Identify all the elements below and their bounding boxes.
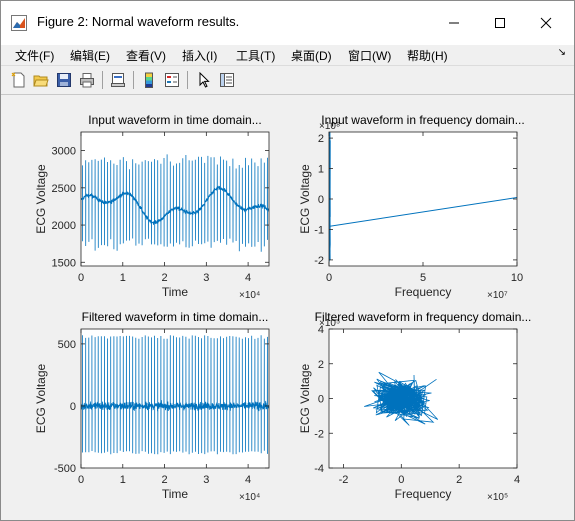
link-plot-icon[interactable]	[108, 70, 128, 90]
axes-title: Input waveform in frequency domain...	[321, 113, 524, 127]
plot-area	[81, 132, 269, 266]
figure-canvas[interactable]: 0 1 2 3 41500200025003000×10⁴Input waveform …	[7, 96, 570, 514]
x-tick-label: 4	[514, 474, 520, 486]
minimize-button[interactable]	[431, 1, 477, 45]
x-exponent-label: ×10⁴	[239, 290, 260, 301]
y-tick-label: 1500	[52, 257, 76, 269]
print-icon[interactable]	[77, 70, 97, 90]
legend-icon[interactable]	[162, 70, 182, 90]
maximize-button[interactable]	[477, 1, 523, 45]
x-tick-label: 2	[161, 272, 167, 284]
x-tick-label: -2	[339, 474, 349, 486]
menu-bar: 文件(F) 编辑(E) 查看(V) 插入(I) 工具(T) 桌面(D) 窗口(W…	[1, 45, 574, 65]
y-tick-label: -500	[54, 463, 76, 475]
colorbar-icon[interactable]	[139, 70, 159, 90]
axes-title: Filtered waveform in frequency domain...	[315, 310, 532, 324]
y-tick-label: -2	[314, 428, 324, 440]
axes-4[interactable]: -2 0 2 4-4-2024×10⁵×10⁵Filtered waveform in…	[298, 310, 531, 503]
menu-window[interactable]: 窗口(W)	[348, 47, 391, 64]
menu-file[interactable]: 文件(F)	[15, 47, 54, 64]
y-tick-label: 0	[318, 194, 324, 206]
x-tick-label: 0	[326, 272, 332, 284]
axes-3[interactable]: 0 1 2 3 4-5000500×10⁴Filtered waveform in ti…	[34, 310, 270, 503]
y-tick-label: -1	[314, 224, 324, 236]
minimize-icon	[449, 22, 459, 24]
y-tick-label: 0	[318, 394, 324, 406]
new-figure-icon[interactable]	[9, 70, 29, 90]
axes-2[interactable]: 0 5 10-2-1012×10⁷×10⁸Input waveform in fre…	[298, 113, 525, 301]
figure-window: Figure 2: Normal waveform results. 文件(F)…	[0, 0, 575, 521]
x-tick-label: 0	[78, 474, 84, 486]
axes-title: Input waveform in time domain...	[88, 113, 261, 127]
x-axis-label: Frequency	[395, 487, 452, 501]
x-tick-label: 1	[120, 474, 126, 486]
matlab-logo-icon	[11, 15, 27, 31]
x-tick-label: 10	[511, 272, 523, 284]
pointer-icon[interactable]	[194, 70, 214, 90]
x-tick-label: 0	[398, 474, 404, 486]
plot-area	[81, 329, 269, 468]
plot-area	[329, 132, 517, 266]
x-tick-label: 4	[245, 474, 251, 486]
x-exponent-label: ×10⁵	[487, 492, 508, 503]
y-tick-label: 2000	[52, 220, 76, 232]
x-tick-label: 4	[245, 272, 251, 284]
y-axis-label: ECG Voltage	[34, 164, 48, 234]
y-tick-label: 2500	[52, 183, 76, 195]
window-title: Figure 2: Normal waveform results.	[37, 14, 240, 29]
save-icon[interactable]	[54, 70, 74, 90]
close-button[interactable]	[523, 1, 569, 45]
x-tick-label: 5	[420, 272, 426, 284]
y-tick-label: 3000	[52, 146, 76, 158]
menu-edit[interactable]: 编辑(E)	[70, 47, 110, 64]
y-tick-label: 2	[318, 359, 324, 371]
x-axis-label: Time	[162, 285, 189, 299]
menu-tools[interactable]: 工具(T)	[236, 47, 275, 64]
title-bar[interactable]: Figure 2: Normal waveform results.	[1, 1, 574, 45]
axes-title: Filtered waveform in time domain...	[82, 310, 269, 324]
menu-view[interactable]: 查看(V)	[126, 47, 166, 64]
y-axis-label: ECG Voltage	[298, 164, 312, 234]
y-tick-label: 500	[58, 339, 76, 351]
y-axis-label: ECG Voltage	[298, 363, 312, 433]
open-file-icon[interactable]	[31, 70, 51, 90]
x-tick-label: 0	[78, 272, 84, 284]
x-exponent-label: ×10⁴	[239, 492, 260, 503]
y-tick-label: 1	[318, 164, 324, 176]
x-exponent-label: ×10⁷	[487, 290, 508, 301]
menu-desktop[interactable]: 桌面(D)	[291, 47, 332, 64]
x-axis-label: Frequency	[395, 285, 452, 299]
y-tick-label: 2	[318, 133, 324, 145]
toolbar-separator	[133, 71, 134, 89]
axes-1[interactable]: 0 1 2 3 4 1500 2000 2500 3000 ×10⁴ Input waveform …	[34, 113, 270, 301]
toolbar-separator	[102, 71, 103, 89]
toolbar-separator	[187, 71, 188, 89]
close-icon	[540, 17, 552, 29]
x-tick-label: 3	[203, 272, 209, 284]
figure-toolbar	[1, 65, 574, 95]
y-tick-label: 0	[70, 401, 76, 413]
x-tick-label: 1	[120, 272, 126, 284]
menu-overflow-icon[interactable]: ↘	[558, 47, 566, 58]
x-tick-label: 2	[456, 474, 462, 486]
menu-help[interactable]: 帮助(H)	[407, 47, 448, 64]
y-axis-label: ECG Voltage	[34, 363, 48, 433]
x-tick-label: 2	[161, 474, 167, 486]
maximize-icon	[495, 18, 505, 28]
y-tick-label: -4	[314, 463, 324, 475]
menu-insert[interactable]: 插入(I)	[182, 47, 217, 64]
x-tick-label: 3	[203, 474, 209, 486]
property-inspector-icon[interactable]	[217, 70, 237, 90]
x-axis-label: Time	[162, 487, 189, 501]
y-tick-label: -2	[314, 255, 324, 267]
